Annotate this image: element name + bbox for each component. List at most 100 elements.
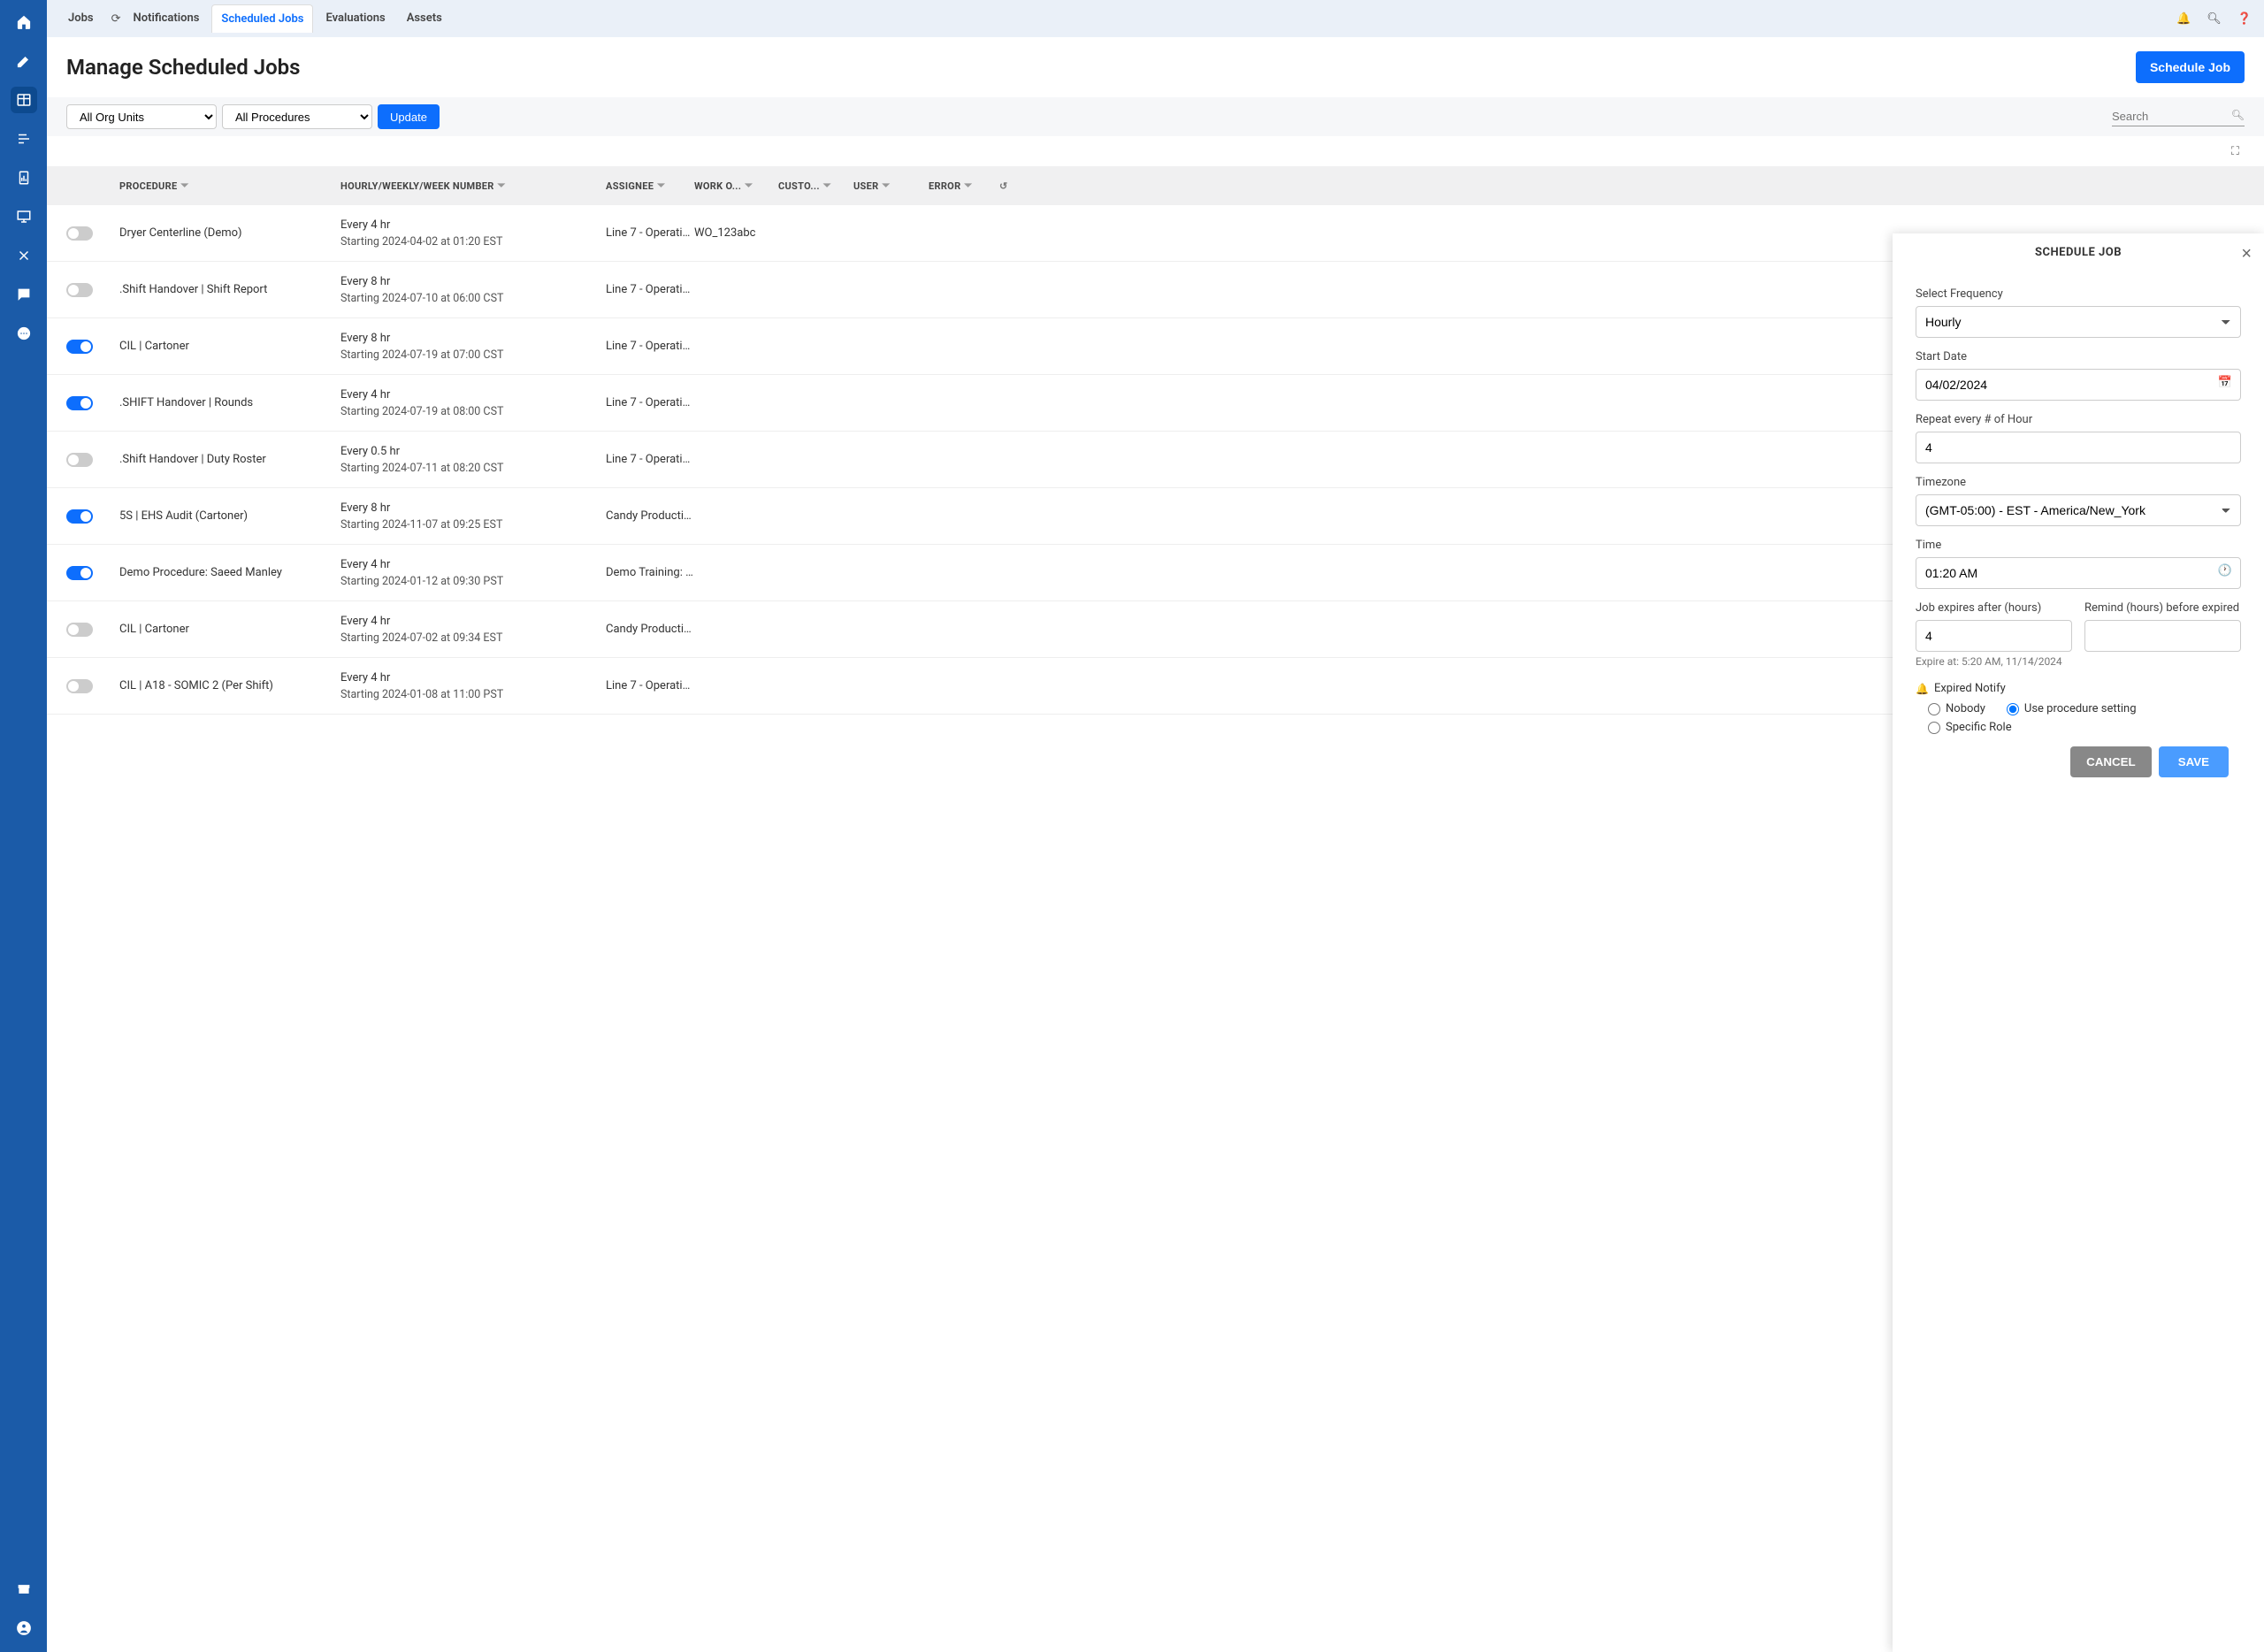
cell-assignee: Demo Training: Sae: [606, 566, 694, 579]
filter-icon[interactable]: ⏷: [180, 180, 188, 192]
tab-evaluations[interactable]: Evaluations: [317, 4, 394, 33]
bell-icon[interactable]: 🔔: [2176, 12, 2191, 26]
presentation-icon[interactable]: [11, 203, 37, 230]
toggle-switch[interactable]: [66, 623, 93, 637]
help-icon[interactable]: ❓: [2237, 12, 2252, 26]
save-button[interactable]: SAVE: [2159, 746, 2229, 777]
cell-assignee: Line 7 - Operations: [606, 453, 694, 466]
cell-assignee: Line 7 - Operations: [606, 283, 694, 296]
filter-icon[interactable]: ⏷: [964, 180, 972, 192]
cell-schedule: Every 4 hrStarting 2024-01-12 at 09:30 P…: [340, 558, 606, 588]
toggle-switch[interactable]: [66, 226, 93, 241]
expire-hint: Expire at: 5:20 AM, 11/14/2024: [1916, 655, 2072, 668]
page-title: Manage Scheduled Jobs: [66, 55, 301, 80]
filter-icon[interactable]: ⏷: [657, 180, 665, 192]
time-input[interactable]: [1916, 557, 2241, 589]
col-schedule: HOURLY/WEEKLY/WEEK NUMBER⏷: [340, 180, 606, 192]
toggle-switch[interactable]: [66, 340, 93, 354]
cell-assignee: Line 7 - Operations: [606, 396, 694, 409]
col-procedure: PROCEDURE⏷: [119, 180, 340, 192]
cell-procedure: .SHIFT Handover | Rounds: [119, 396, 340, 409]
filter-icon[interactable]: ⏷: [745, 180, 753, 192]
update-button[interactable]: Update: [378, 104, 440, 129]
report-icon[interactable]: [11, 164, 37, 191]
cancel-button[interactable]: CANCEL: [2070, 746, 2152, 777]
table-header: PROCEDURE⏷ HOURLY/WEEKLY/WEEK NUMBER⏷ AS…: [47, 166, 2264, 205]
col-error: ERROR⏷: [929, 180, 999, 192]
cell-schedule: Every 8 hrStarting 2024-07-19 at 07:00 C…: [340, 332, 606, 362]
edit-icon[interactable]: [11, 48, 37, 74]
col-customer: CUSTO...⏷: [778, 180, 853, 192]
cell-schedule: Every 4 hrStarting 2024-01-08 at 11:00 P…: [340, 671, 606, 701]
cell-assignee: Candy Production S: [606, 509, 694, 523]
schedule-job-button[interactable]: Schedule Job: [2136, 51, 2245, 83]
search-icon[interactable]: 🔍︎: [2207, 12, 2222, 26]
org-unit-select[interactable]: All Org Units: [66, 104, 217, 129]
repeat-input[interactable]: [1916, 432, 2241, 463]
notify-nobody-radio[interactable]: [1928, 703, 1940, 715]
home-icon[interactable]: [11, 9, 37, 35]
calendar-icon[interactable]: 📅: [2218, 376, 2232, 389]
schedule-job-drawer: SCHEDULE JOB × Select Frequency Hourly S…: [1893, 233, 2264, 1652]
start-date-input[interactable]: [1916, 369, 2241, 401]
table-icon[interactable]: [11, 87, 37, 113]
cell-procedure: CIL | Cartoner: [119, 623, 340, 636]
cell-schedule: Every 4 hrStarting 2024-07-19 at 08:00 C…: [340, 388, 606, 418]
cell-assignee: Line 7 - Operations: [606, 340, 694, 353]
cell-procedure: CIL | Cartoner: [119, 340, 340, 353]
filter-icon[interactable]: ⏷: [823, 180, 831, 192]
user-icon[interactable]: [11, 1615, 37, 1641]
cell-schedule: Every 0.5 hrStarting 2024-07-11 at 08:20…: [340, 445, 606, 475]
cell-procedure: CIL | A18 - SOMIC 2 (Per Shift): [119, 679, 340, 692]
repeat-label: Repeat every # of Hour: [1916, 413, 2241, 426]
filter-icon[interactable]: ⏷: [498, 180, 506, 192]
start-date-label: Start Date: [1916, 350, 2241, 363]
bell-icon: 🔔: [1916, 683, 1929, 695]
toggle-switch[interactable]: [66, 453, 93, 467]
notify-specific-radio[interactable]: [1928, 722, 1940, 734]
side-rail: [0, 0, 47, 1652]
remind-label: Remind (hours) before expired: [2084, 601, 2241, 615]
frequency-select[interactable]: Hourly: [1916, 306, 2241, 338]
refresh-icon[interactable]: ⟳: [111, 12, 121, 26]
filter-icon[interactable]: ⏷: [882, 180, 890, 192]
cell-procedure: .Shift Handover | Shift Report: [119, 283, 340, 296]
toggle-switch[interactable]: [66, 396, 93, 410]
search-input[interactable]: [2112, 107, 2245, 126]
close-icon[interactable]: ×: [2241, 244, 2252, 264]
clock-icon[interactable]: 🕐: [2218, 564, 2232, 577]
col-user: USER⏷: [853, 180, 929, 192]
tab-assets[interactable]: Assets: [398, 4, 451, 33]
notify-header: Expired Notify: [1934, 682, 2006, 695]
expires-input[interactable]: [1916, 620, 2072, 652]
tab-scheduled-jobs[interactable]: Scheduled Jobs: [211, 4, 313, 33]
timezone-label: Timezone: [1916, 476, 2241, 489]
procedure-select[interactable]: All Procedures: [222, 104, 372, 129]
cell-schedule: Every 4 hrStarting 2024-07-02 at 09:34 E…: [340, 615, 606, 645]
toggle-switch[interactable]: [66, 283, 93, 297]
expand-table-icon[interactable]: ⛶: [2231, 145, 2239, 158]
notify-procedure-radio[interactable]: [2007, 703, 2019, 715]
tools-icon[interactable]: [11, 242, 37, 269]
cell-procedure: .Shift Handover | Duty Roster: [119, 453, 340, 466]
expires-label: Job expires after (hours): [1916, 601, 2072, 615]
cell-procedure: 5S | EHS Audit (Cartoner): [119, 509, 340, 523]
sliders-icon[interactable]: [11, 126, 37, 152]
cell-schedule: Every 8 hrStarting 2024-11-07 at 09:25 E…: [340, 501, 606, 532]
search-icon: 🔍︎: [2231, 109, 2245, 121]
archive-icon[interactable]: [11, 1576, 37, 1602]
cell-assignee: Candy Production S: [606, 623, 694, 636]
timezone-select[interactable]: (GMT-05:00) - EST - America/New_York: [1916, 494, 2241, 526]
toggle-switch[interactable]: [66, 509, 93, 524]
more-icon[interactable]: [11, 320, 37, 347]
remind-input[interactable]: [2084, 620, 2241, 652]
cell-schedule: Every 4 hrStarting 2024-04-02 at 01:20 E…: [340, 218, 606, 249]
toggle-switch[interactable]: [66, 679, 93, 693]
tab-notifications[interactable]: Notifications: [125, 4, 209, 33]
filter-bar: All Org Units All Procedures Update 🔍︎: [47, 97, 2264, 136]
tab-jobs[interactable]: Jobs: [59, 4, 103, 33]
chat-icon[interactable]: [11, 281, 37, 308]
col-assignee: ASSIGNEE⏷: [606, 180, 694, 192]
toggle-switch[interactable]: [66, 566, 93, 580]
reset-icon[interactable]: ↺: [999, 180, 1044, 192]
